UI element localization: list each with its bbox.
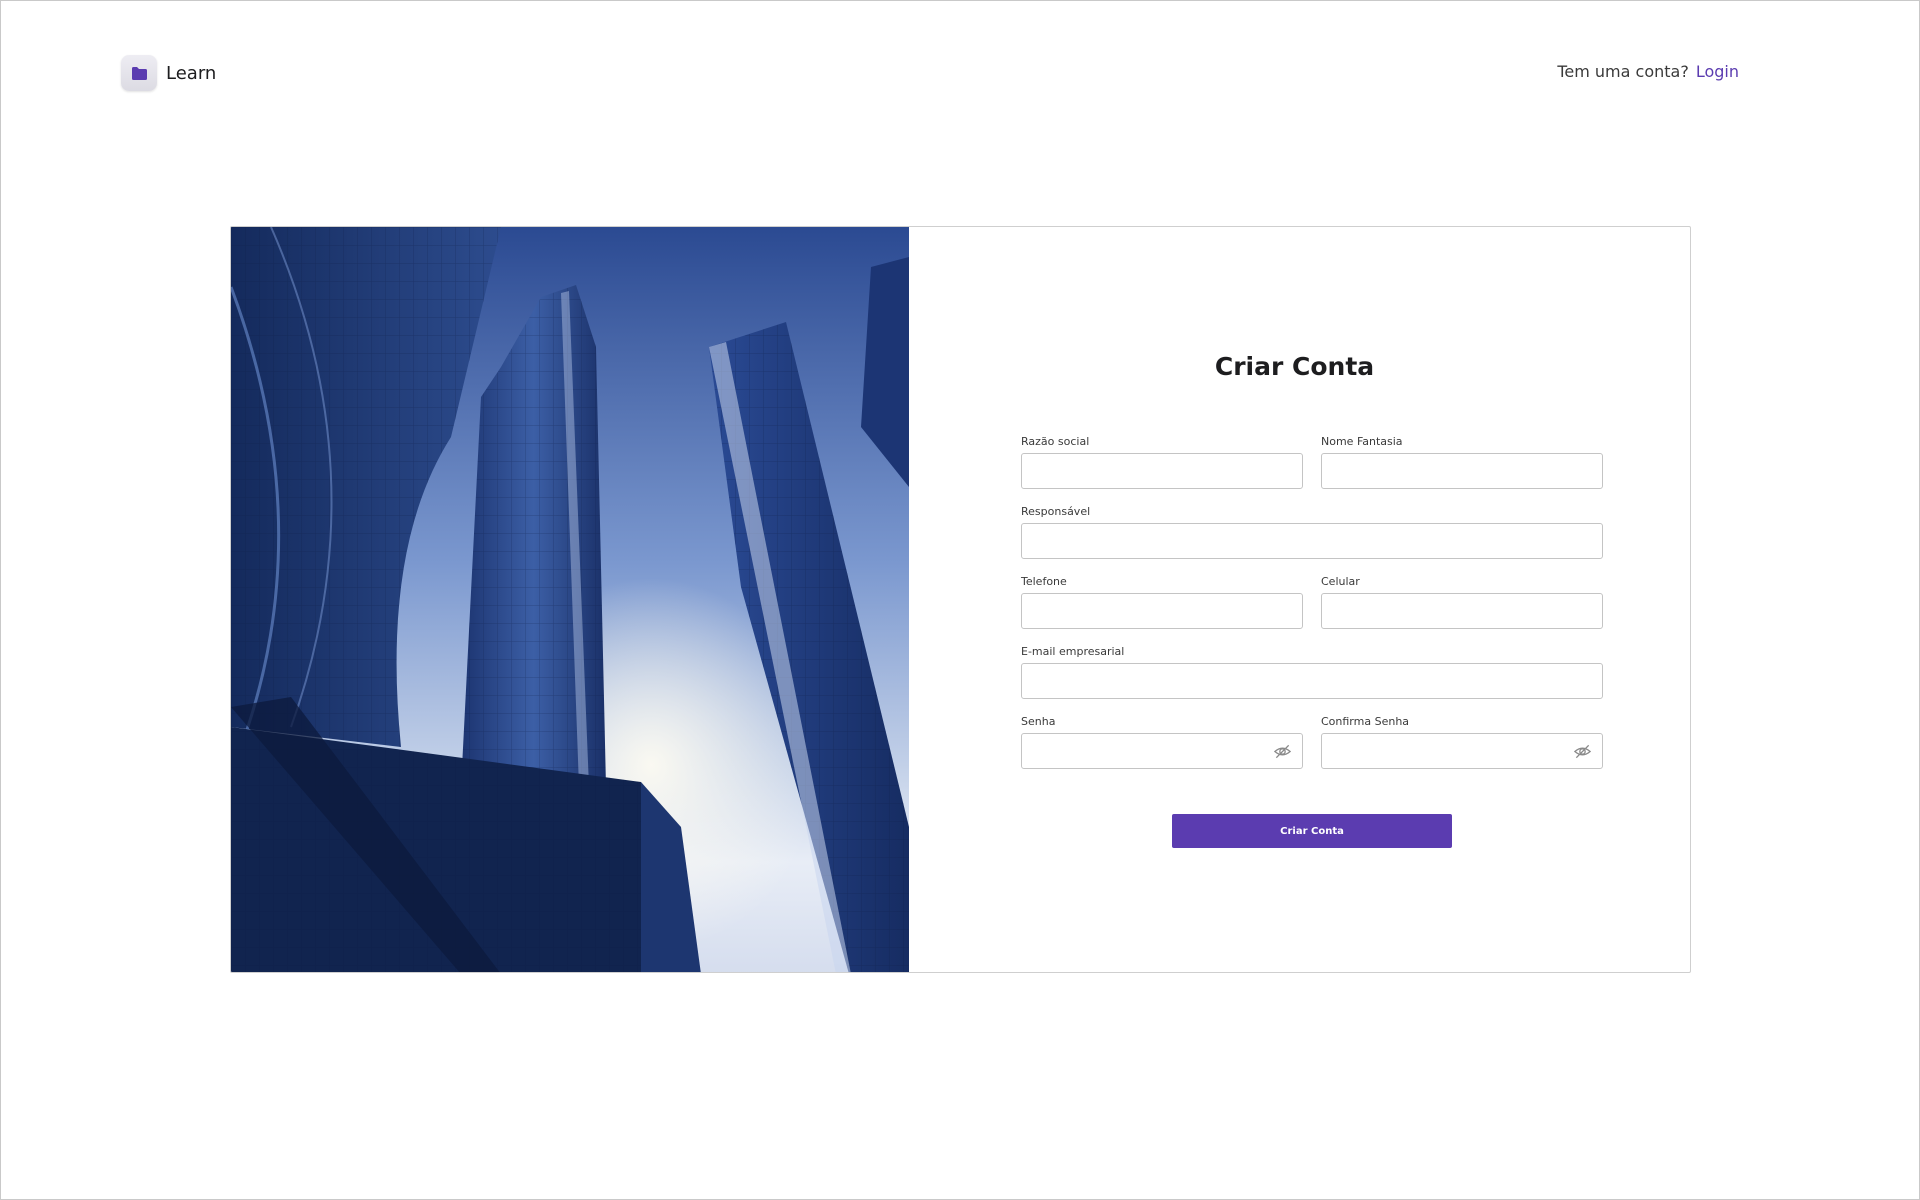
nome-fantasia-label: Nome Fantasia: [1321, 435, 1403, 448]
brand-name: Learn: [166, 62, 217, 84]
account-prompt: Tem uma conta? Login: [1557, 62, 1739, 81]
confirma-senha-label: Confirma Senha: [1321, 715, 1410, 728]
responsavel-input[interactable]: [1022, 524, 1602, 558]
signup-card: Criar Conta Razão social Nome Fantasia R…: [230, 226, 1691, 973]
field-email: E-mail empresarial: [1021, 645, 1603, 699]
field-celular: Celular: [1321, 575, 1603, 629]
telefone-label: Telefone: [1021, 575, 1067, 588]
telefone-input[interactable]: [1022, 594, 1302, 628]
responsavel-label: Responsável: [1021, 505, 1091, 518]
confirma-senha-input[interactable]: [1322, 734, 1602, 768]
field-senha: Senha: [1021, 715, 1303, 769]
eye-off-icon[interactable]: [1273, 742, 1292, 761]
field-responsavel: Responsável: [1021, 505, 1603, 559]
skyscrapers-photo: [231, 227, 909, 972]
nome-fantasia-input[interactable]: [1322, 454, 1602, 488]
field-nome-fantasia: Nome Fantasia: [1321, 435, 1603, 489]
field-confirma-senha: Confirma Senha: [1321, 715, 1603, 769]
razao-social-input[interactable]: [1022, 454, 1302, 488]
eye-off-icon[interactable]: [1573, 742, 1592, 761]
razao-social-label: Razão social: [1021, 435, 1090, 448]
senha-input[interactable]: [1022, 734, 1302, 768]
email-label: E-mail empresarial: [1021, 645, 1125, 658]
celular-input[interactable]: [1322, 594, 1602, 628]
signup-form: Criar Conta Razão social Nome Fantasia R…: [909, 227, 1690, 972]
form-title: Criar Conta: [1214, 352, 1375, 381]
field-telefone: Telefone: [1021, 575, 1303, 629]
senha-label: Senha: [1021, 715, 1056, 728]
criar-conta-button[interactable]: Criar Conta: [1172, 814, 1452, 848]
login-link[interactable]: Login: [1696, 62, 1739, 81]
form-fields: Razão social Nome Fantasia Responsável T…: [1021, 435, 1603, 785]
account-question: Tem uma conta?: [1557, 62, 1689, 81]
email-input[interactable]: [1022, 664, 1602, 698]
folder-icon: [121, 55, 157, 91]
field-razao-social: Razão social: [1021, 435, 1303, 489]
celular-label: Celular: [1321, 575, 1360, 588]
brand[interactable]: Learn: [121, 55, 216, 91]
